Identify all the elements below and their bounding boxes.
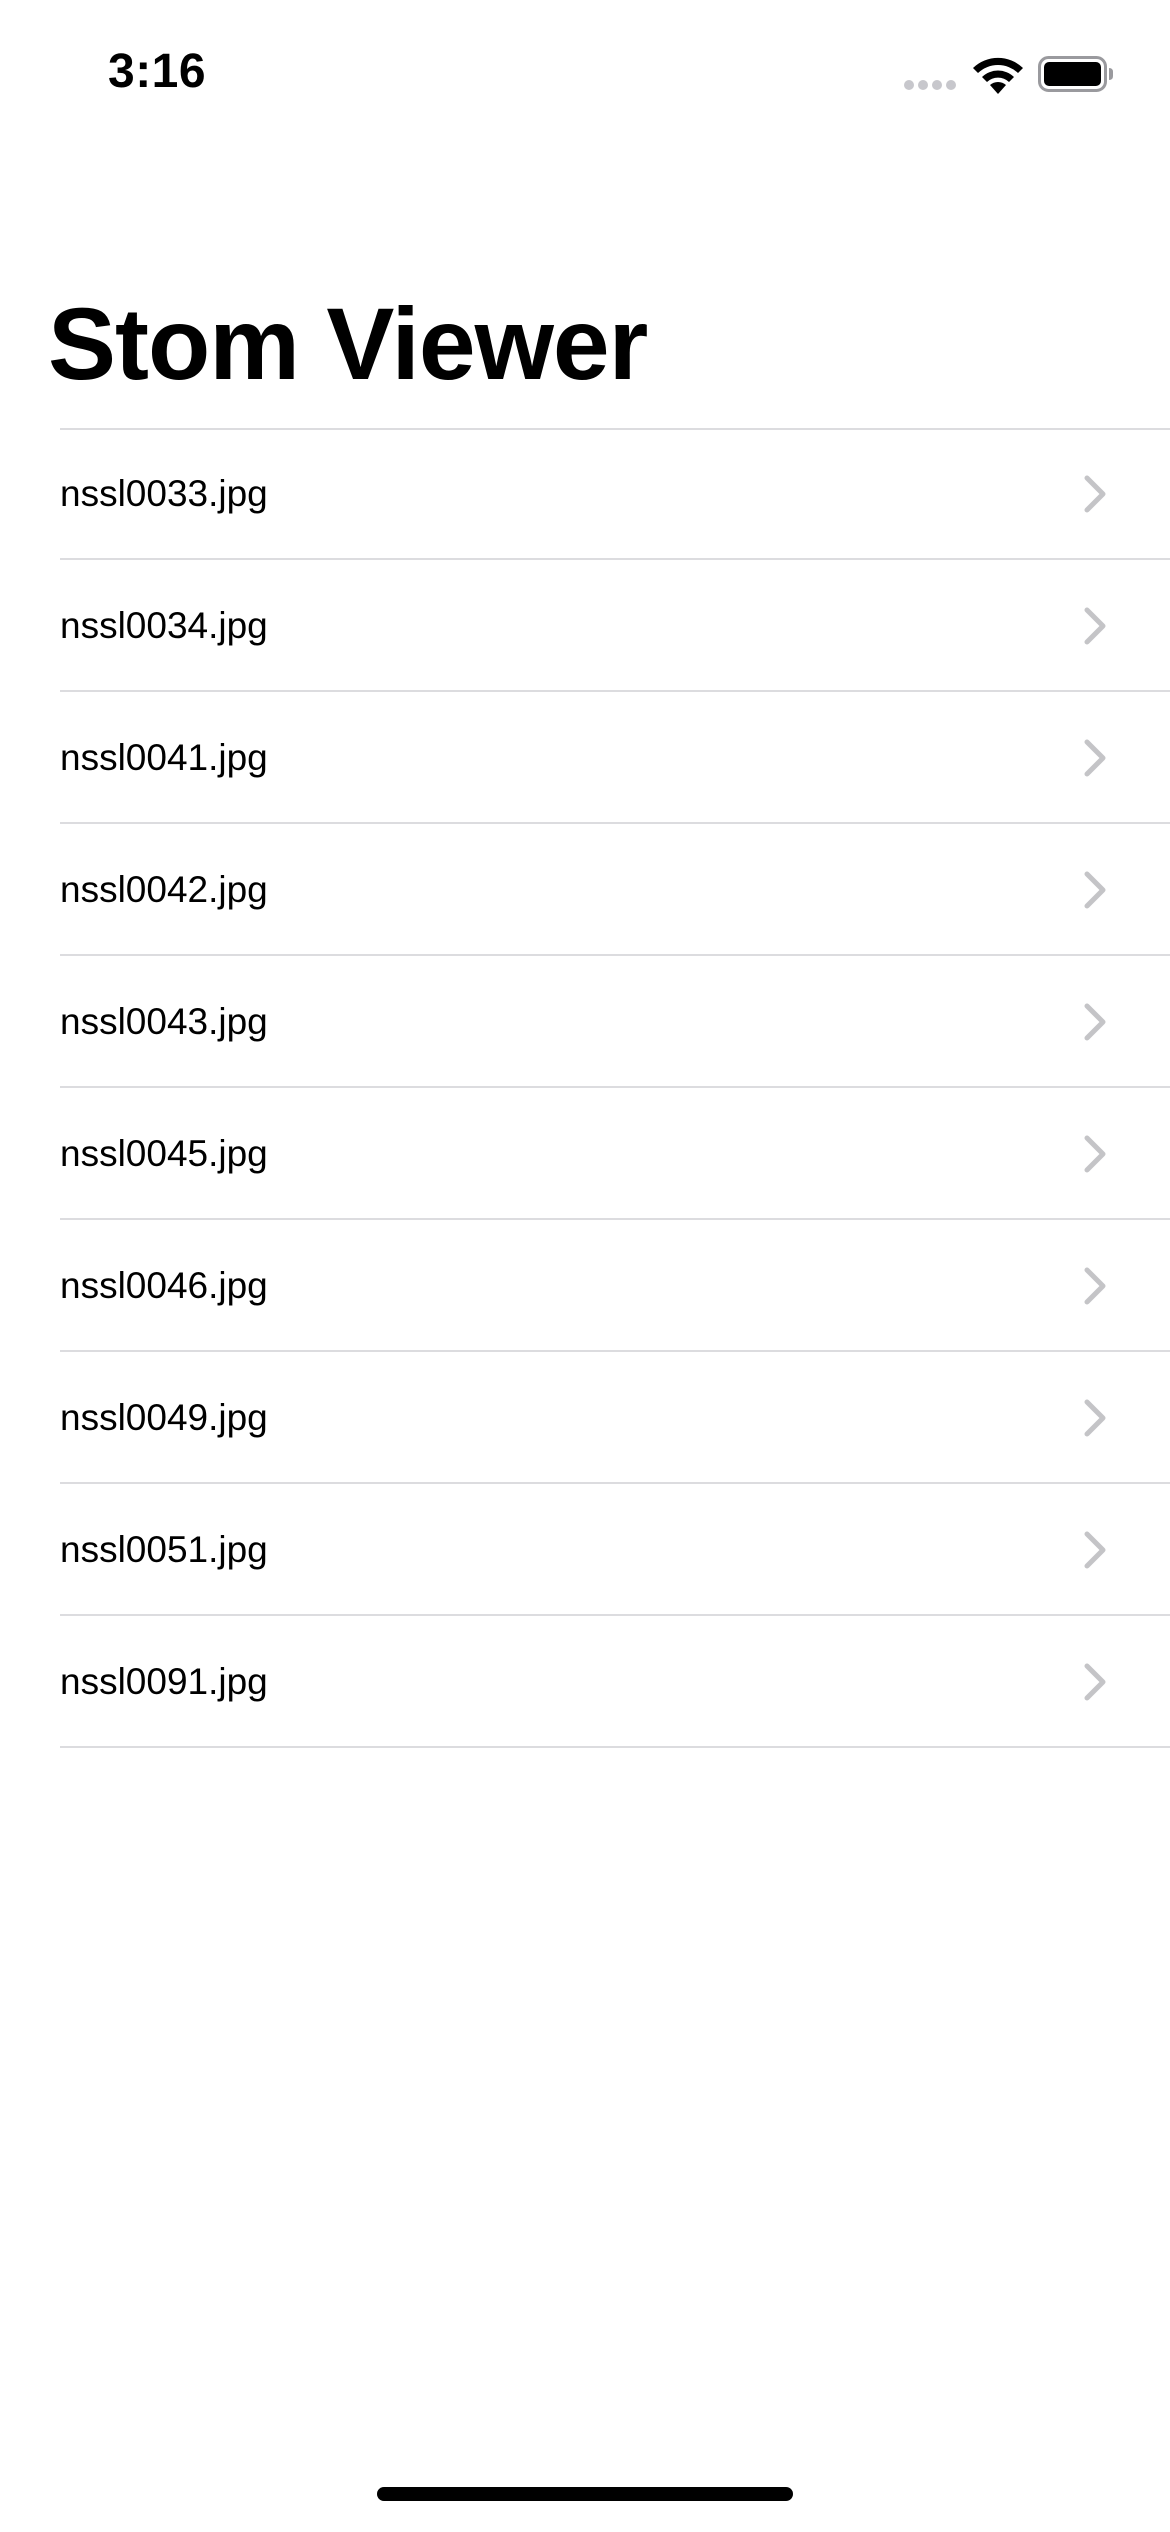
chevron-right-icon [1084, 1003, 1106, 1041]
chevron-right-icon [1084, 1663, 1106, 1701]
list-item-label: nssl0041.jpg [60, 737, 268, 778]
page-title: Stom Viewer [48, 287, 648, 401]
file-list: nssl0033.jpg nssl0034.jpg nssl0041.jpg n… [0, 428, 1170, 1748]
list-item[interactable]: nssl0041.jpg [0, 692, 1170, 824]
list-item-label: nssl0091.jpg [60, 1661, 268, 1702]
list-item[interactable]: nssl0045.jpg [0, 1088, 1170, 1220]
list-item[interactable]: nssl0091.jpg [0, 1616, 1170, 1748]
list-item-label: nssl0034.jpg [60, 605, 268, 646]
chevron-right-icon [1084, 1531, 1106, 1569]
list-item[interactable]: nssl0049.jpg [0, 1352, 1170, 1484]
list-item-label: nssl0033.jpg [60, 473, 268, 514]
chevron-right-icon [1084, 607, 1106, 645]
list-item[interactable]: nssl0034.jpg [0, 560, 1170, 692]
list-item-label: nssl0042.jpg [60, 869, 268, 910]
status-time: 3:16 [108, 45, 207, 98]
list-item[interactable]: nssl0042.jpg [0, 824, 1170, 956]
cellular-signal-icon [904, 80, 960, 92]
list-item-label: nssl0046.jpg [60, 1265, 268, 1306]
list-item[interactable]: nssl0043.jpg [0, 956, 1170, 1088]
chevron-right-icon [1084, 739, 1106, 777]
chevron-right-icon [1084, 1399, 1106, 1437]
list-item[interactable]: nssl0046.jpg [0, 1220, 1170, 1352]
chevron-right-icon [1084, 1267, 1106, 1305]
battery-icon [1038, 56, 1113, 92]
list-item-label: nssl0043.jpg [60, 1001, 268, 1042]
list-item-label: nssl0045.jpg [60, 1133, 268, 1174]
chevron-right-icon [1084, 475, 1106, 513]
wifi-icon [973, 57, 1023, 94]
list-item[interactable]: nssl0033.jpg [0, 428, 1170, 560]
status-bar: 3:16 [0, 0, 1170, 140]
home-indicator[interactable] [377, 2487, 793, 2501]
list-item-label: nssl0051.jpg [60, 1529, 268, 1570]
list-item[interactable]: nssl0051.jpg [0, 1484, 1170, 1616]
list-item-label: nssl0049.jpg [60, 1397, 268, 1438]
chevron-right-icon [1084, 1135, 1106, 1173]
chevron-right-icon [1084, 871, 1106, 909]
